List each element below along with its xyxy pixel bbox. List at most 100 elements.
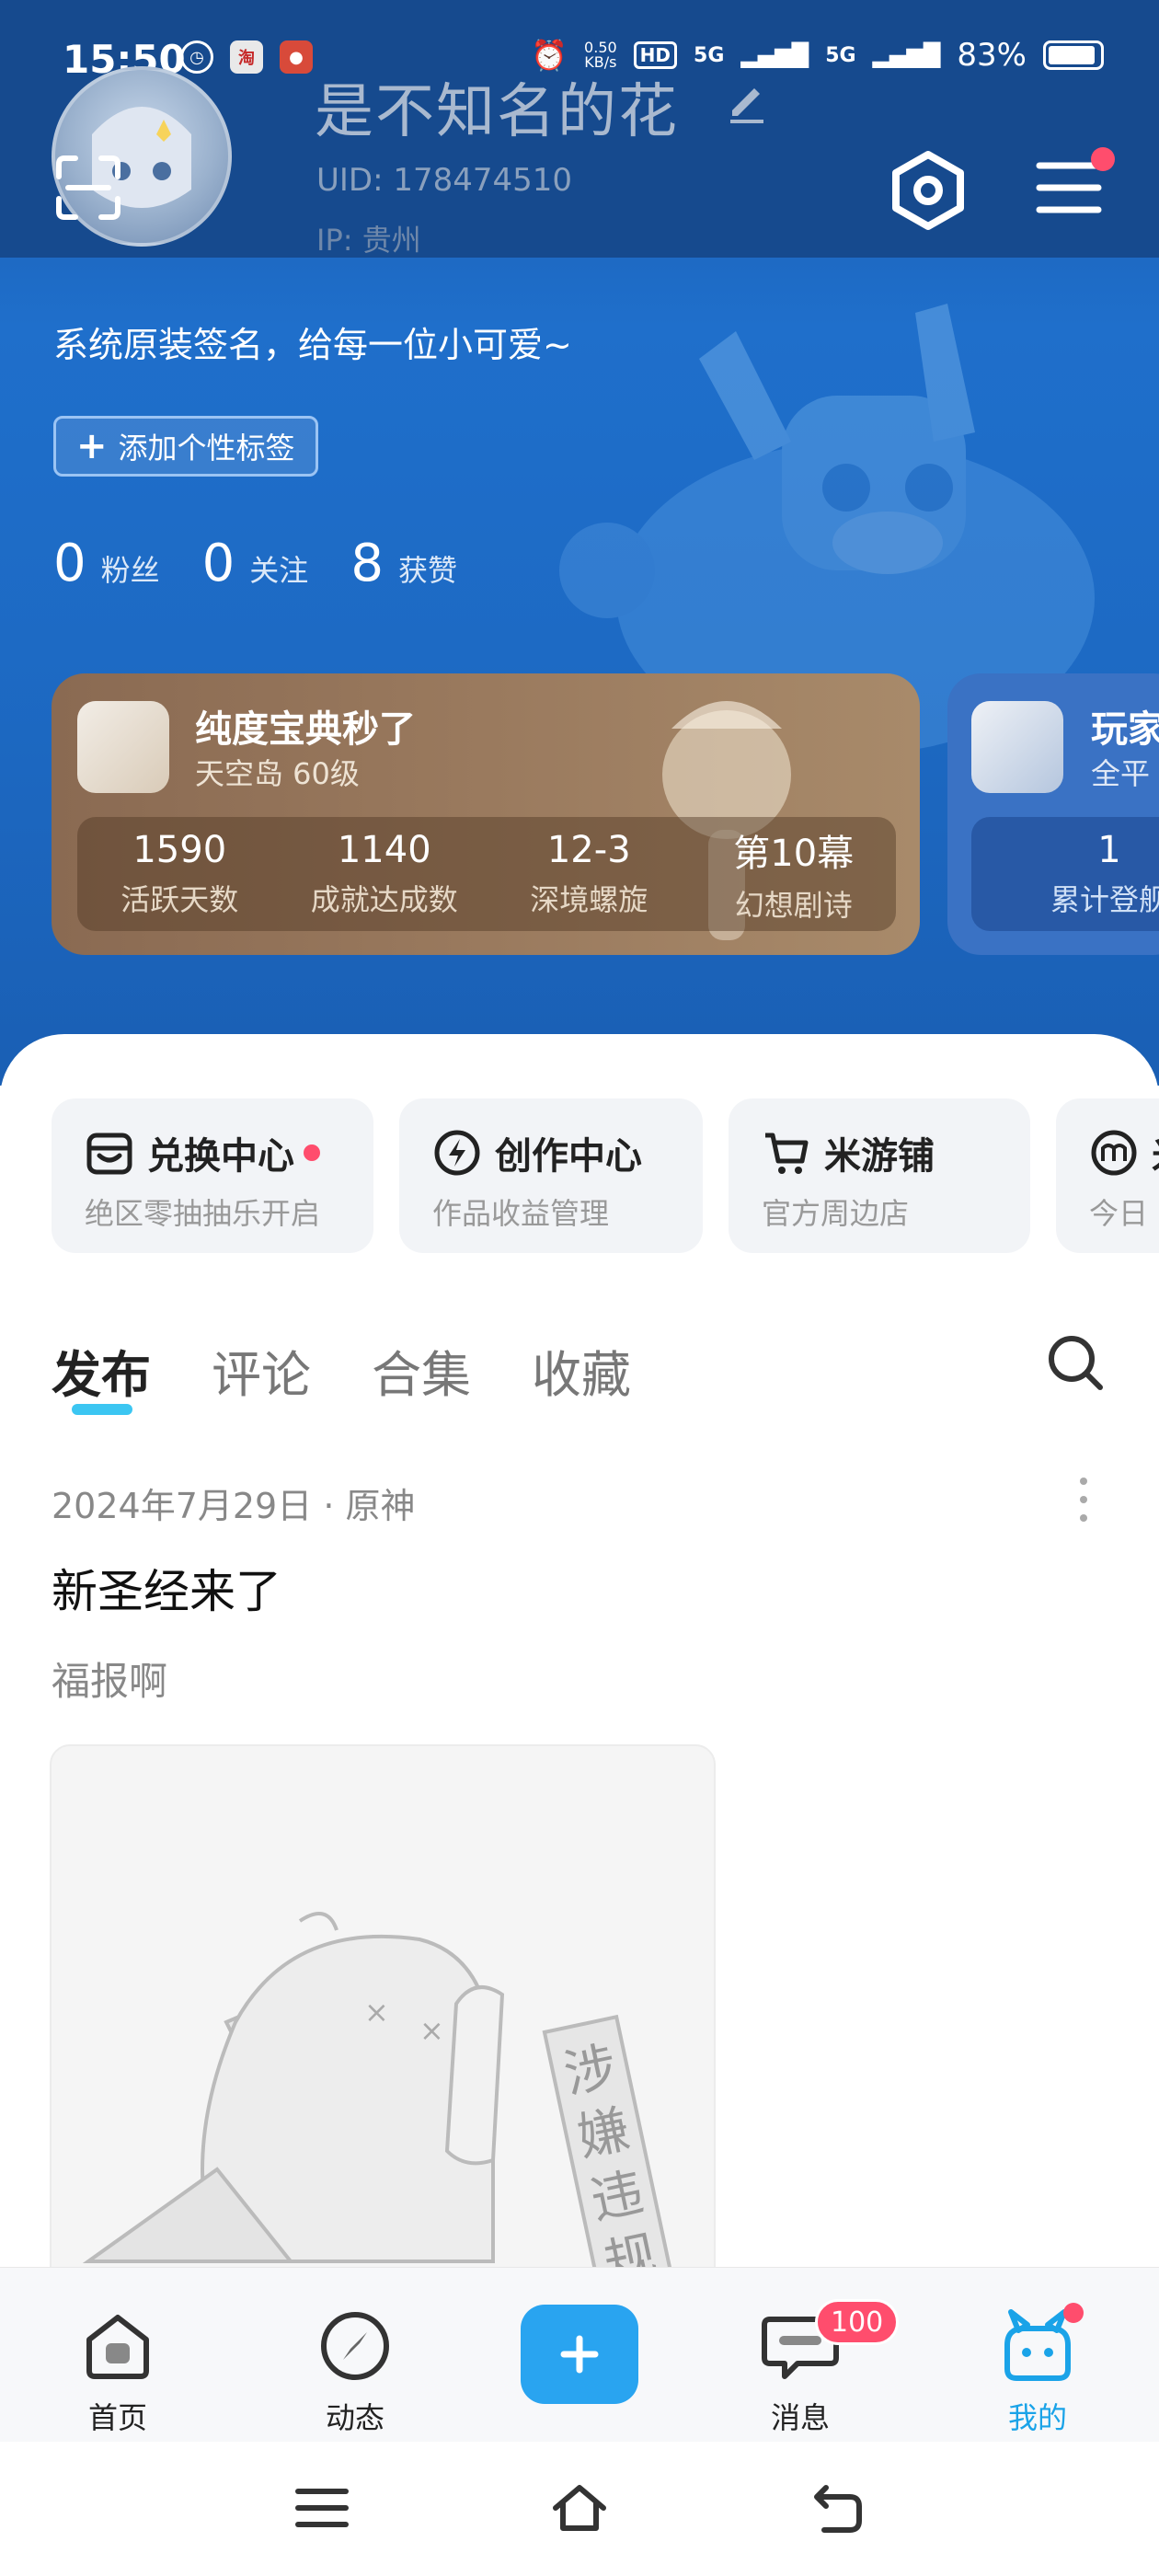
profile-stats: 0 粉丝 0 关注 8 获赞 xyxy=(53,534,499,593)
game-stat-label: 成就达成数 xyxy=(310,882,458,917)
game-stat-item: 1590 活跃天数 xyxy=(77,817,282,931)
system-navigation-bar xyxy=(0,2442,1159,2576)
game-stat-label: 累计登舰 xyxy=(1050,882,1159,917)
message-count-badge: 100 xyxy=(815,2299,900,2345)
home-icon xyxy=(86,2315,149,2379)
tab-comments[interactable]: 评论 xyxy=(212,1334,311,1407)
cart-icon xyxy=(765,1133,809,1174)
post-title[interactable]: 新圣经来了 xyxy=(52,1555,281,1621)
game-stat-label: 深境螺旋 xyxy=(530,882,648,917)
signal-bars-icon-1: ▂▄▆█ xyxy=(740,42,809,68)
search-icon[interactable] xyxy=(1045,1332,1106,1393)
battery-percent: 83% xyxy=(957,37,1027,74)
game-server-level: 全平 xyxy=(1091,756,1151,791)
game-stats: 1 累计登舰 xyxy=(971,817,1159,931)
user-signature: 系统原装签名，给每一位小可爱~ xyxy=(53,325,572,365)
game-stat-item: 12-3 深境螺旋 xyxy=(487,817,692,931)
signal-bars-icon-2: ▂▄▆█ xyxy=(872,42,941,68)
recent-apps-icon[interactable] xyxy=(293,2478,351,2537)
game-nickname: 纯度宝典秒了 xyxy=(195,708,416,751)
post-image-violation-placeholder[interactable]: × × 涉 嫌 违 规 xyxy=(50,1744,716,2296)
stat-value: 0 xyxy=(201,534,235,593)
menu-notification-dot xyxy=(1091,147,1115,171)
stat-followers[interactable]: 0 粉丝 xyxy=(53,534,160,593)
nav-label: 首页 xyxy=(87,2400,147,2435)
user-uid: UID: 178474510 xyxy=(316,162,573,199)
violation-stamp-sign: 涉 嫌 违 规 xyxy=(542,2014,676,2294)
nav-home[interactable]: 首页 xyxy=(53,2268,182,2443)
stat-label: 获赞 xyxy=(397,553,457,588)
profile-header: 15:50 ◷ 淘 ● ⏰ 0.50 KB/s HD 5G ▂▄▆█ 5G ▂▄… xyxy=(0,0,1159,1086)
stat-likes[interactable]: 8 获赞 xyxy=(350,534,457,593)
edit-pencil-icon[interactable] xyxy=(723,77,769,123)
tab-collections[interactable]: 合集 xyxy=(372,1334,471,1407)
content-tabs: 发布 评论 合集 收藏 xyxy=(52,1334,631,1407)
nav-feed[interactable]: 动态 xyxy=(291,2268,419,2443)
post-body: 福报啊 xyxy=(52,1659,168,1704)
shop-icon xyxy=(86,1133,132,1175)
back-icon[interactable] xyxy=(808,2478,866,2537)
game-stat-item: 1140 成就达成数 xyxy=(282,817,488,931)
plus-icon xyxy=(560,2335,599,2374)
signal-5g-2: 5G xyxy=(825,43,856,67)
service-exchange-center[interactable]: 兑换中心 绝区零抽抽乐开启 xyxy=(52,1098,373,1253)
service-desc: 官方周边店 xyxy=(762,1196,910,1231)
timer-icon: ◷ xyxy=(180,40,213,74)
active-tab-indicator xyxy=(72,1404,132,1415)
service-desc: 绝区零抽抽乐开启 xyxy=(85,1196,321,1231)
x-eye-right: × xyxy=(419,2013,444,2048)
taobao-app-icon: 淘 xyxy=(230,40,263,74)
add-tag-button[interactable]: + 添加个性标签 xyxy=(53,416,318,477)
nav-label: 动态 xyxy=(325,2400,384,2435)
nav-messages[interactable]: 消息 xyxy=(736,2268,865,2443)
stat-value: 0 xyxy=(53,534,86,593)
game-server-level: 天空岛 60级 xyxy=(195,756,360,791)
nav-new-post-button[interactable] xyxy=(521,2305,638,2404)
service-more[interactable]: 米 今日 xyxy=(1056,1098,1159,1253)
service-title: 米 xyxy=(1152,1126,1159,1179)
add-tag-label: 添加个性标签 xyxy=(118,431,295,466)
genshin-game-icon xyxy=(77,701,169,793)
game-card-genshin[interactable]: 纯度宝典秒了 天空岛 60级 1590 活跃天数 1140 成就达成数 12-3… xyxy=(52,673,920,955)
settings-hexagon-icon[interactable] xyxy=(887,149,970,232)
game-stat-value: 1590 xyxy=(132,829,227,871)
service-desc: 今日 xyxy=(1089,1196,1149,1231)
system-home-icon[interactable] xyxy=(550,2478,609,2537)
service-title: 米游铺 xyxy=(824,1135,935,1178)
game-stat-value: 1140 xyxy=(337,829,431,871)
service-creator-center[interactable]: 创作中心 作品收益管理 xyxy=(399,1098,703,1253)
game-app-icon: ● xyxy=(280,40,313,74)
tab-posts[interactable]: 发布 xyxy=(52,1334,151,1407)
service-title: 创作中心 xyxy=(495,1135,642,1178)
service-miyoushop[interactable]: 米游铺 官方周边店 xyxy=(729,1098,1030,1253)
stat-following[interactable]: 0 关注 xyxy=(202,534,309,593)
service-new-dot xyxy=(304,1144,320,1161)
stat-label: 关注 xyxy=(249,553,309,588)
stat-label: 粉丝 xyxy=(100,553,160,588)
more-vertical-icon[interactable] xyxy=(1071,1472,1096,1527)
user-ip-location: IP: 贵州 xyxy=(316,223,421,258)
status-app-icons: ◷ 淘 ● xyxy=(180,40,313,74)
signal-5g-1: 5G xyxy=(694,43,725,67)
game-stat-label: 幻想剧诗 xyxy=(734,888,853,923)
m-icon xyxy=(1091,1130,1137,1176)
nav-me[interactable]: 我的 xyxy=(973,2268,1102,2443)
game-stat-label: 活跃天数 xyxy=(120,882,239,917)
bottom-navigation: 首页 动态 消息 100 我的 xyxy=(0,2267,1159,2442)
lightning-icon xyxy=(434,1130,480,1176)
game-stat-item: 1 累计登舰 xyxy=(971,817,1159,931)
nav-me-notification-dot xyxy=(1063,2303,1084,2323)
service-title: 兑换中心 xyxy=(147,1135,294,1178)
tab-favorites[interactable]: 收藏 xyxy=(532,1334,631,1407)
username: 是不知名的花 xyxy=(315,78,679,146)
scan-icon[interactable] xyxy=(53,155,123,221)
battery-icon xyxy=(1043,40,1104,70)
game-nickname: 玩家 xyxy=(1091,708,1159,751)
x-eye-left: × xyxy=(364,1995,389,2030)
game-stat-item: 第10幕 幻想剧诗 xyxy=(692,817,897,931)
game-card-honkai[interactable]: 玩家 全平 1 累计登舰 xyxy=(947,673,1159,955)
compass-icon xyxy=(321,2312,389,2380)
game-stat-value: 第10幕 xyxy=(733,833,855,875)
plus-icon: + xyxy=(76,425,108,467)
nav-label: 我的 xyxy=(1007,2400,1067,2435)
